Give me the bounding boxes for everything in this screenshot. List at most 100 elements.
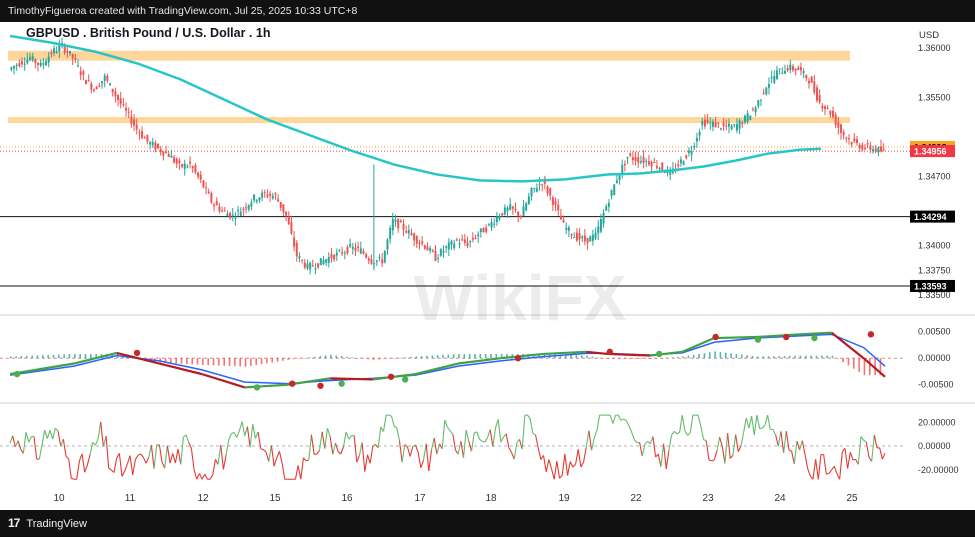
osc-line-segment — [119, 453, 122, 476]
candle-body — [597, 226, 599, 233]
osc-tick-label: -20.00000 — [918, 465, 959, 475]
osc-line-segment — [725, 433, 728, 463]
osc-line-segment — [101, 422, 104, 447]
macd-cross-marker — [755, 336, 761, 342]
candle-body — [144, 138, 146, 139]
candle-body — [491, 222, 493, 228]
macd-hist-bar — [848, 358, 850, 365]
osc-line-segment — [738, 446, 741, 452]
candle-body — [269, 194, 271, 196]
chart-svg[interactable]: 0.005000.00000-0.00500 20.000000.00000-2… — [0, 22, 975, 510]
osc-line-segment — [461, 441, 464, 458]
osc-line-segment — [173, 453, 176, 462]
macd-tick-label: -0.00500 — [918, 380, 954, 390]
macd-hist-bar — [485, 354, 487, 358]
candle-body — [333, 255, 335, 259]
osc-line-segment — [199, 473, 202, 479]
candle-body — [240, 212, 242, 216]
osc-line-segment — [367, 455, 370, 463]
osc-line-segment — [754, 415, 757, 435]
chart-area[interactable]: 0.005000.00000-0.00500 20.000000.00000-2… — [0, 22, 975, 510]
osc-line-segment — [34, 437, 37, 459]
candle-body — [13, 66, 15, 68]
candle-body — [146, 135, 148, 142]
macd-hist-bar — [21, 356, 23, 358]
candle-body — [248, 205, 250, 209]
macd-hist-bar — [618, 358, 620, 359]
osc-line-segment — [389, 415, 392, 416]
candle-body — [875, 148, 877, 151]
candle-body — [656, 166, 658, 168]
candle-body — [616, 180, 618, 182]
candle-body — [72, 54, 74, 58]
candle-body — [739, 120, 741, 128]
candle-body — [442, 251, 444, 253]
macd-cross-marker — [811, 335, 817, 341]
candle-body — [507, 208, 509, 211]
osc-line-segment — [42, 430, 45, 445]
macd-hist-bar — [63, 354, 65, 358]
macd-tick-label: 0.00000 — [918, 353, 951, 363]
osc-line-segment — [776, 435, 779, 446]
candle-body — [677, 164, 679, 166]
candle-body — [26, 59, 28, 63]
osc-line-segment — [792, 451, 795, 464]
macd-hist-bar — [736, 354, 738, 358]
osc-line-segment — [717, 437, 720, 451]
osc-line-segment — [661, 444, 664, 467]
macd-hist-bar — [42, 355, 44, 358]
macd-hist-bar — [309, 357, 311, 358]
candle-body — [552, 197, 554, 205]
osc-line-segment — [10, 436, 13, 443]
osc-line-segment — [533, 433, 536, 434]
macd-hist-bar — [389, 358, 391, 359]
oscillator-pane: 20.000000.00000-20.00000 — [0, 315, 975, 479]
candle-body — [579, 233, 581, 239]
osc-line-segment — [167, 446, 170, 463]
osc-line-segment — [669, 435, 672, 450]
osc-line-segment — [295, 465, 298, 479]
candle-body — [381, 259, 383, 263]
candle-body — [128, 112, 130, 113]
macd-hist-bar — [800, 356, 802, 359]
candle-body — [352, 247, 354, 249]
osc-line-segment — [218, 445, 221, 464]
osc-line-segment — [485, 438, 488, 442]
candle-body — [346, 247, 348, 253]
candle-body — [613, 185, 615, 195]
macd-hist-bar — [357, 358, 359, 359]
macd-hist-bar — [853, 358, 855, 368]
macd-hist-bar — [826, 356, 828, 359]
macd-hist-bar — [282, 358, 284, 361]
candle-body — [661, 163, 663, 170]
macd-hist-bar — [79, 354, 81, 358]
candle-body — [589, 236, 591, 241]
osc-line-segment — [765, 415, 768, 425]
candle-body — [531, 188, 533, 197]
osc-line-segment — [23, 432, 26, 453]
candle-body — [216, 201, 218, 205]
macd-hist-bar — [47, 355, 49, 358]
osc-line-segment — [143, 457, 146, 463]
osc-line-segment — [55, 428, 58, 431]
osc-line-segment — [712, 460, 715, 461]
time-tick-label: 11 — [125, 493, 136, 504]
macd-hist-bar — [773, 356, 775, 358]
macd-hist-bar — [746, 355, 748, 358]
macd-hist-bar — [261, 358, 263, 364]
candle-body — [170, 156, 172, 158]
macd-cross-marker — [317, 383, 323, 389]
osc-line-segment — [565, 454, 568, 476]
macd-line-segment — [245, 385, 288, 388]
osc-line-segment — [63, 439, 66, 456]
macd-line-segment — [330, 378, 373, 379]
osc-line-segment — [570, 461, 573, 467]
osc-line-segment — [701, 427, 704, 440]
macd-hist-bar — [693, 355, 695, 358]
osc-line-segment — [69, 459, 72, 478]
osc-line-segment — [672, 431, 675, 435]
osc-line-segment — [584, 447, 587, 462]
osc-line-segment — [341, 447, 344, 454]
candle-body — [349, 244, 351, 247]
osc-line-segment — [482, 441, 485, 442]
